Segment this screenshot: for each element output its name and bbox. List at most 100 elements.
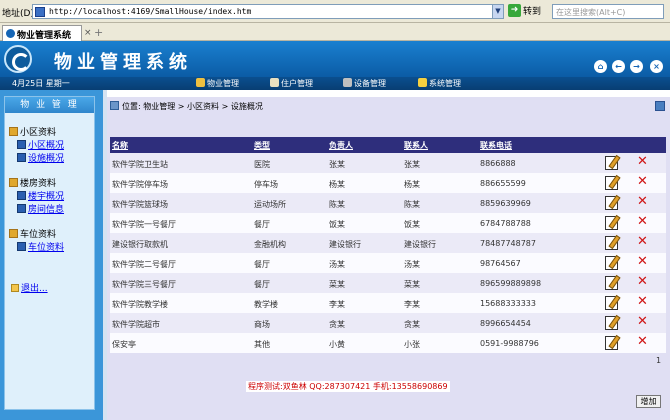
- delete-icon[interactable]: ✕: [637, 195, 648, 209]
- cell-type: 医院: [254, 160, 270, 169]
- date-text: 4月25日 星期一: [12, 79, 70, 88]
- browser-tab-bar: 物业管理系统 × +: [0, 23, 670, 41]
- document-icon: [17, 191, 26, 200]
- table-header: 名称 类型 负责人 联系人 联系电话: [110, 137, 666, 153]
- logout-link[interactable]: 退出...: [11, 281, 48, 294]
- browser-tab[interactable]: 物业管理系统: [2, 25, 82, 41]
- delete-icon[interactable]: ✕: [637, 275, 648, 289]
- nav-item-property[interactable]: 物业管理: [196, 78, 239, 89]
- cell-type: 餐厅: [254, 280, 270, 289]
- cell-contact: 汤某: [404, 260, 420, 269]
- delete-icon[interactable]: ✕: [637, 155, 648, 169]
- document-icon: [17, 204, 26, 213]
- folder-icon: [9, 127, 18, 136]
- app-header: 物业管理系统 ⌂ ← → ×: [0, 41, 670, 77]
- table-row: 软件学院三号餐厅 餐厅 菜某 菜某 896599889898 ✕: [110, 273, 666, 293]
- column-header-manager[interactable]: 负责人: [329, 140, 353, 151]
- delete-icon[interactable]: ✕: [637, 255, 648, 269]
- sidebar-group-community: 小区资料: [9, 125, 56, 138]
- cell-manager: 汤某: [329, 260, 345, 269]
- edit-icon[interactable]: [605, 156, 618, 170]
- main-content: 位置: 物业管理 > 小区资料 > 设施概况 名称 类型 负责人 联系人 联系电…: [107, 97, 670, 420]
- cell-contact: 饭某: [404, 220, 420, 229]
- delete-icon[interactable]: ✕: [637, 175, 648, 189]
- table-row: 软件学院超市 商场 贪某 贪某 8996654454 ✕: [110, 313, 666, 333]
- sidebar-item-parking-info[interactable]: 车位资料: [17, 240, 64, 253]
- tab-close-icon[interactable]: ×: [84, 28, 92, 38]
- cell-phone: 8866888: [480, 159, 516, 168]
- tab-favicon-icon: [6, 29, 15, 38]
- new-tab-icon[interactable]: +: [94, 26, 103, 39]
- browser-search-input[interactable]: 在这里搜索(Alt+C): [552, 4, 664, 19]
- system-icon: [418, 78, 427, 87]
- folder-icon: [9, 178, 18, 187]
- tab-title: 物业管理系统: [17, 31, 72, 41]
- cell-type: 餐厅: [254, 220, 270, 229]
- cell-phone: 98764567: [480, 259, 521, 268]
- column-header-type[interactable]: 类型: [254, 140, 270, 151]
- column-header-name[interactable]: 名称: [112, 140, 128, 151]
- chevron-down-icon[interactable]: ▼: [492, 4, 504, 19]
- cell-manager: 小黄: [329, 340, 345, 349]
- delete-icon[interactable]: ✕: [637, 295, 648, 309]
- footer-note: 程序测试:双鱼林 QQ:287307421 手机:13558690869: [246, 381, 450, 392]
- cell-name: 软件学院卫生站: [112, 160, 168, 169]
- cell-manager: 杨某: [329, 180, 345, 189]
- edit-icon[interactable]: [605, 316, 618, 330]
- cell-contact: 杨某: [404, 180, 420, 189]
- sidebar-item-facility-overview[interactable]: 设施概况: [17, 151, 64, 164]
- window-icon[interactable]: [655, 101, 665, 111]
- sidebar-item-room-info[interactable]: 房间信息: [17, 202, 64, 215]
- cell-type: 运动场所: [254, 200, 286, 209]
- home-icon[interactable]: ⌂: [594, 60, 607, 73]
- app-title: 物业管理系统: [54, 52, 192, 73]
- nav-item-system[interactable]: 系统管理: [418, 78, 461, 89]
- table-row: 软件学院二号餐厅 餐厅 汤某 汤某 98764567 ✕: [110, 253, 666, 273]
- cell-name: 建设银行取款机: [112, 240, 168, 249]
- edit-icon[interactable]: [605, 176, 618, 190]
- address-label: 地址(D): [2, 9, 34, 19]
- address-input[interactable]: http://localhost:4169/SmallHouse/index.h…: [32, 4, 504, 19]
- column-header-contact[interactable]: 联系人: [404, 140, 428, 151]
- delete-icon[interactable]: ✕: [637, 335, 648, 349]
- cell-phone: 896599889898: [480, 279, 542, 288]
- go-arrow-icon: ➜: [508, 4, 521, 17]
- table-row: 软件学院卫生站 医院 张某 张某 8866888 ✕: [110, 153, 666, 173]
- delete-icon[interactable]: ✕: [637, 215, 648, 229]
- close-icon[interactable]: ×: [650, 60, 663, 73]
- forward-icon[interactable]: →: [630, 60, 643, 73]
- edit-icon[interactable]: [605, 276, 618, 290]
- edit-icon[interactable]: [605, 296, 618, 310]
- add-button[interactable]: 增加: [636, 395, 661, 408]
- cell-type: 停车场: [254, 180, 278, 189]
- cell-phone: 8996654454: [480, 319, 531, 328]
- sidebar-title: 物 业 管 理: [5, 97, 94, 113]
- back-icon[interactable]: ←: [612, 60, 625, 73]
- edit-icon[interactable]: [605, 336, 618, 350]
- table-row: 建设银行取款机 金融机构 建设银行 建设银行 78487748787 ✕: [110, 233, 666, 253]
- nav-item-equipment[interactable]: 设备管理: [343, 78, 386, 89]
- table-row: 保安亭 其他 小黄 小张 0591-9988796 ✕: [110, 333, 666, 353]
- edit-icon[interactable]: [605, 216, 618, 230]
- nav-item-residents[interactable]: 住户管理: [270, 78, 313, 89]
- page-number[interactable]: 1: [656, 356, 661, 365]
- edit-icon[interactable]: [605, 236, 618, 250]
- property-icon: [196, 78, 205, 87]
- sidebar-item-community-overview[interactable]: 小区概况: [17, 138, 64, 151]
- go-button[interactable]: ➜ 转到: [508, 4, 541, 19]
- cell-name: 软件学院停车场: [112, 180, 168, 189]
- table-row: 软件学院教学楼 教学楼 李某 李某 15688333333 ✕: [110, 293, 666, 313]
- cell-name: 软件学院超市: [112, 320, 160, 329]
- cell-phone: 78487748787: [480, 239, 536, 248]
- cell-name: 保安亭: [112, 340, 136, 349]
- delete-icon[interactable]: ✕: [637, 315, 648, 329]
- edit-icon[interactable]: [605, 256, 618, 270]
- cell-phone: 0591-9988796: [480, 339, 539, 348]
- column-header-phone[interactable]: 联系电话: [480, 140, 512, 151]
- cell-name: 软件学院篮球场: [112, 200, 168, 209]
- sidebar-item-building-overview[interactable]: 楼宇概况: [17, 189, 64, 202]
- delete-icon[interactable]: ✕: [637, 235, 648, 249]
- cell-type: 餐厅: [254, 260, 270, 269]
- edit-icon[interactable]: [605, 196, 618, 210]
- cell-name: 软件学院一号餐厅: [112, 220, 176, 229]
